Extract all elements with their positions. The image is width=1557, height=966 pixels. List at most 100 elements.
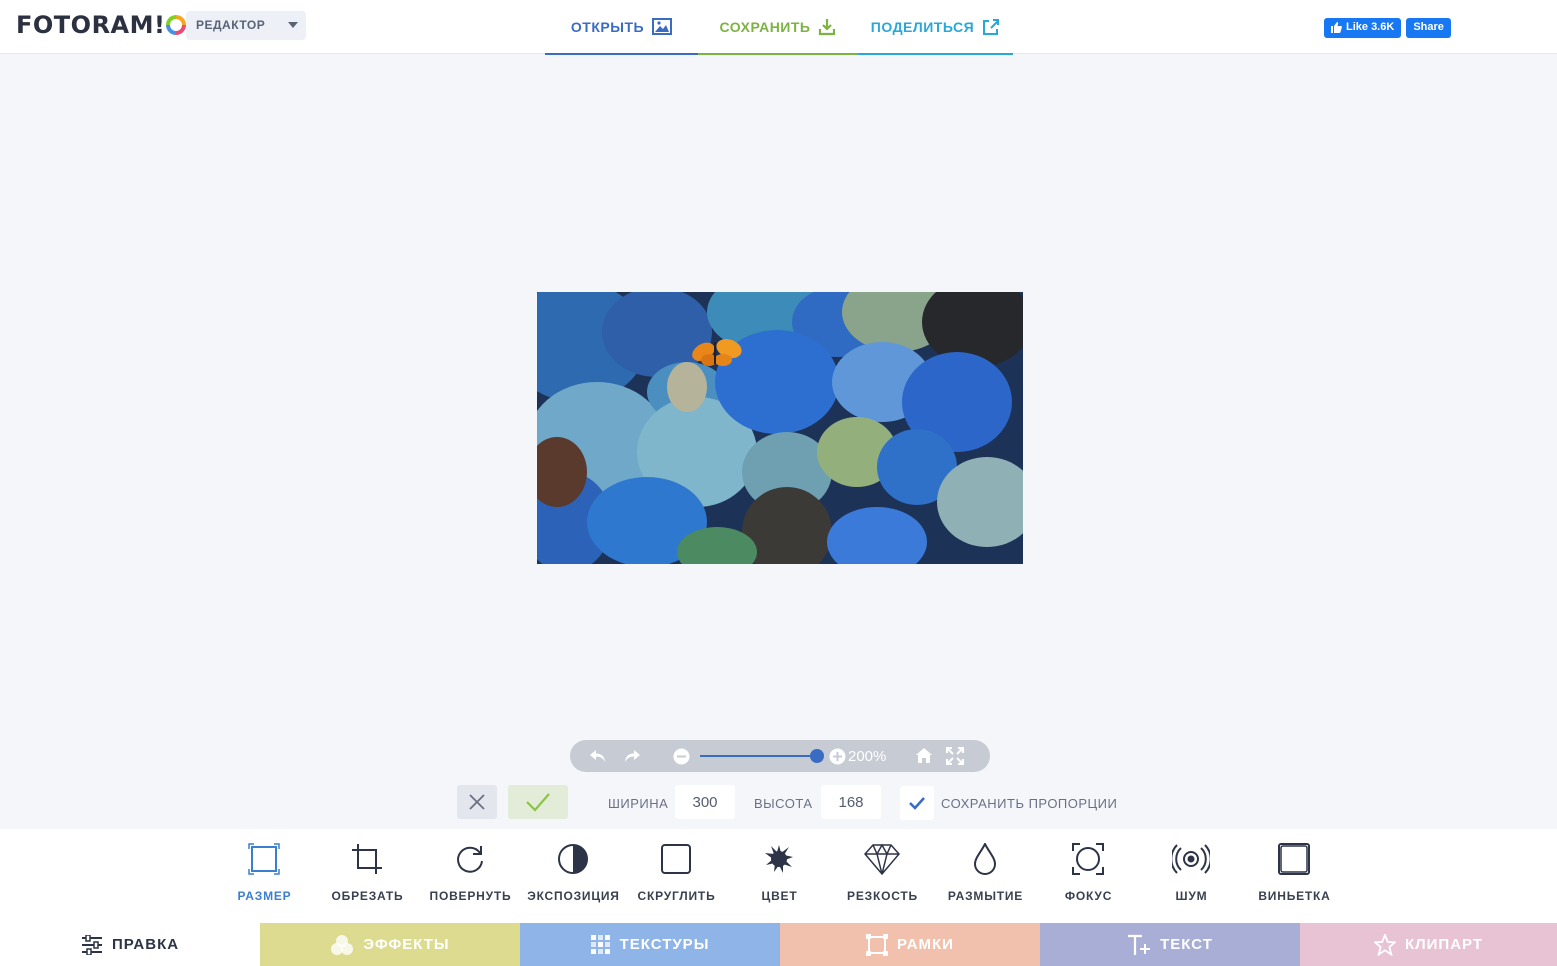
- tab-edit[interactable]: ПРАВКА: [0, 923, 260, 966]
- chevron-down-icon: [288, 22, 298, 28]
- keep-ratio-checkbox[interactable]: [900, 786, 934, 820]
- sliders-icon: [81, 934, 102, 955]
- tab-textures[interactable]: ТЕКСТУРЫ: [520, 923, 780, 966]
- apply-button[interactable]: [508, 785, 568, 819]
- tab-label: РАМКИ: [897, 936, 954, 953]
- facebook-share-button[interactable]: Share: [1406, 18, 1451, 38]
- tab-clipart[interactable]: КЛИПАРТ: [1300, 923, 1557, 966]
- color-splash-icon: [765, 845, 793, 873]
- frame-icon: [866, 933, 889, 956]
- tool-label: РАЗМЫТИЕ: [947, 889, 1024, 903]
- check-icon: [909, 797, 925, 810]
- focus-icon: [1072, 843, 1104, 875]
- exposure-icon: [558, 844, 588, 874]
- tool-color[interactable]: ЦВЕТ: [728, 829, 831, 923]
- close-icon: [469, 794, 485, 810]
- grid-icon: [590, 934, 610, 954]
- logo[interactable]: FOTORAM!: [16, 11, 187, 39]
- open-label: ОТКРЫТЬ: [570, 18, 645, 35]
- text-plus-icon: [1128, 934, 1151, 955]
- vignette-icon: [1278, 843, 1310, 875]
- zoom-value: 200%: [848, 748, 887, 765]
- tab-label: ТЕКСТ: [1160, 936, 1213, 953]
- share-button[interactable]: ПОДЕЛИТЬСЯ: [858, 0, 1013, 55]
- cancel-button[interactable]: [457, 785, 497, 819]
- save-button[interactable]: СОХРАНИТЬ: [698, 0, 858, 55]
- tool-sharpness[interactable]: РЕЗКОСТЬ: [831, 829, 934, 923]
- tools-panel: РАЗМЕР ОБРЕЗАТЬ ПОВЕРНУТЬ ЭКСПОЗИЦИЯ СКР…: [0, 829, 1557, 923]
- tool-blur[interactable]: РАЗМЫТИЕ: [934, 829, 1037, 923]
- save-label: СОХРАНИТЬ: [719, 18, 811, 35]
- tool-label: ПОВЕРНУТЬ: [429, 889, 512, 903]
- height-label: ВЫСОТА: [754, 796, 813, 811]
- tool-noise[interactable]: ШУМ: [1140, 829, 1243, 923]
- facebook-share-label: Share: [1413, 21, 1444, 33]
- tool-label: ЦВЕТ: [761, 889, 798, 903]
- circles-icon: [331, 934, 354, 955]
- width-input[interactable]: [675, 785, 735, 819]
- home-icon[interactable]: [915, 747, 933, 765]
- tab-label: КЛИПАРТ: [1404, 936, 1484, 953]
- logo-text: FOTORAM!: [16, 11, 166, 39]
- share-icon: [983, 18, 1000, 35]
- redo-icon[interactable]: [622, 746, 642, 766]
- zoom-slider-handle[interactable]: [810, 749, 824, 763]
- drop-icon: [973, 843, 997, 875]
- check-icon: [526, 793, 550, 812]
- zoom-in-icon[interactable]: [829, 748, 846, 765]
- canvas-photo[interactable]: [537, 292, 1023, 564]
- crop-icon: [352, 844, 382, 874]
- tool-label: ОБРЕЗАТЬ: [331, 889, 404, 903]
- tab-label: ТЕКСТУРЫ: [619, 936, 710, 953]
- tool-focus[interactable]: ФОКУС: [1037, 829, 1140, 923]
- facebook-like-button[interactable]: Like 3.6K: [1324, 18, 1402, 38]
- keep-ratio-label: СОХРАНИТЬ ПРОПОРЦИИ: [941, 796, 1118, 811]
- height-input[interactable]: [821, 785, 881, 819]
- tab-effects[interactable]: ЭФФЕКТЫ: [260, 923, 520, 966]
- facebook-widget: Like 3.6K Share: [1324, 18, 1451, 38]
- tool-label: ВИНЬЕТКА: [1258, 889, 1331, 903]
- tool-resize[interactable]: РАЗМЕР: [213, 829, 316, 923]
- tool-exposure[interactable]: ЭКСПОЗИЦИЯ: [522, 829, 625, 923]
- photo-image: [537, 292, 1023, 564]
- width-label: ШИРИНА: [608, 796, 669, 811]
- tool-label: ШУМ: [1175, 889, 1208, 903]
- top-bar: FOTORAM! РЕДАКТОР ОТКРЫТЬ СОХРАНИТЬ ПОДЕ…: [0, 0, 1557, 55]
- top-nav: ОТКРЫТЬ СОХРАНИТЬ ПОДЕЛИТЬСЯ: [545, 0, 1013, 55]
- tab-label: ПРАВКА: [111, 936, 180, 953]
- tool-rotate[interactable]: ПОВЕРНУТЬ: [419, 829, 522, 923]
- resize-controls: ШИРИНА ВЫСОТА СОХРАНИТЬ ПРОПОРЦИИ: [0, 785, 1557, 829]
- share-label: ПОДЕЛИТЬСЯ: [870, 18, 975, 35]
- tool-label: СКРУГЛИТЬ: [637, 889, 716, 903]
- facebook-like-label: Like 3.6K: [1346, 21, 1395, 33]
- tab-text[interactable]: ТЕКСТ: [1040, 923, 1300, 966]
- star-icon: [1373, 933, 1396, 956]
- tool-label: ФОКУС: [1064, 889, 1113, 903]
- logo-ring-icon: [166, 15, 187, 35]
- resize-icon: [248, 843, 280, 875]
- zoom-slider-track[interactable]: [700, 755, 818, 757]
- thumbs-up-icon: [1331, 22, 1342, 33]
- tool-label: ЭКСПОЗИЦИЯ: [527, 889, 620, 903]
- tab-frames[interactable]: РАМКИ: [780, 923, 1040, 966]
- tool-vignette[interactable]: ВИНЬЕТКА: [1243, 829, 1346, 923]
- diamond-icon: [864, 843, 900, 875]
- category-tabs: ПРАВКА ЭФФЕКТЫ ТЕКСТУРЫ РАМКИ ТЕКСТ КЛИП…: [0, 923, 1557, 966]
- tool-label: РЕЗКОСТЬ: [847, 889, 918, 903]
- tab-label: ЭФФЕКТЫ: [363, 936, 450, 953]
- image-icon: [652, 18, 673, 35]
- round-corners-icon: [661, 844, 691, 874]
- open-button[interactable]: ОТКРЫТЬ: [545, 0, 698, 55]
- tool-round-corners[interactable]: СКРУГЛИТЬ: [625, 829, 728, 923]
- mode-select-value: РЕДАКТОР: [196, 18, 266, 32]
- fullscreen-icon[interactable]: [946, 747, 964, 765]
- tool-label: РАЗМЕР: [237, 889, 292, 903]
- tool-crop[interactable]: ОБРЕЗАТЬ: [316, 829, 419, 923]
- zoom-bar: 200%: [570, 740, 990, 772]
- undo-icon[interactable]: [588, 746, 608, 766]
- zoom-out-icon[interactable]: [673, 748, 690, 765]
- download-icon: [819, 18, 836, 35]
- rotate-icon: [457, 846, 483, 873]
- noise-icon: [1172, 844, 1210, 874]
- mode-select[interactable]: РЕДАКТОР: [186, 11, 306, 40]
